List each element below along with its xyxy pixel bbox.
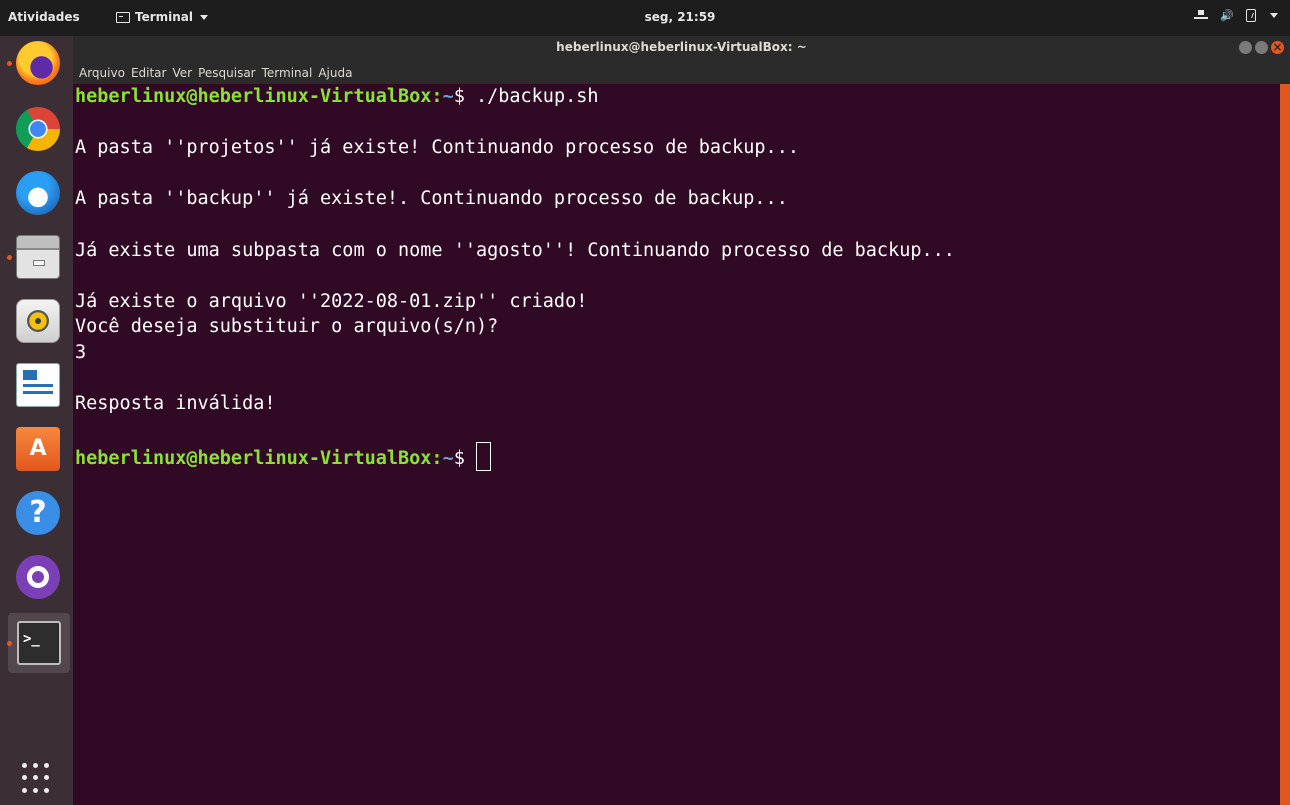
terminal-icon: >_ <box>17 621 61 665</box>
output-line: Já existe o arquivo ''2022-08-01.zip'' c… <box>75 290 588 312</box>
menu-terminal[interactable]: Terminal <box>262 64 313 84</box>
chevron-down-icon[interactable] <box>1270 13 1278 18</box>
show-applications-button[interactable] <box>22 763 54 795</box>
grid-icon <box>44 763 49 768</box>
output-line: Você deseja substituir o arquivo(s/n)? <box>75 316 499 338</box>
text-cursor <box>475 442 491 472</box>
writer-icon <box>16 363 60 407</box>
scrollbar[interactable] <box>1280 84 1290 805</box>
menu-arquivo[interactable]: Arquivo <box>79 64 125 84</box>
terminal-output[interactable]: heberlinux@heberlinux-VirtualBox:~$ ./ba… <box>75 84 1275 805</box>
dock-item-rhythmbox[interactable] <box>13 296 63 346</box>
dock-item-terminal[interactable]: >_ <box>7 613 70 673</box>
software-glyph: A <box>29 436 47 461</box>
clock[interactable]: seg, 21:59 <box>0 10 1290 24</box>
dock-item-help[interactable]: ? <box>13 488 63 538</box>
output-line: A pasta ''projetos'' já existe! Continua… <box>75 137 799 159</box>
dock: A ? >_ <box>0 36 73 805</box>
output-line: Já existe uma subpasta com o nome ''agos… <box>75 239 955 261</box>
menu-ver[interactable]: Ver <box>172 64 192 84</box>
window-title: heberlinux@heberlinux-VirtualBox: ~ <box>556 40 807 54</box>
system-tray[interactable]: 🔊 <box>1194 9 1278 22</box>
output-line: Resposta inválida! <box>75 393 276 415</box>
grid-icon <box>33 763 38 768</box>
prompt-line: heberlinux@heberlinux-VirtualBox:~$ ./ba… <box>75 84 1275 110</box>
network-icon[interactable] <box>1194 9 1208 22</box>
prompt-path: ~ <box>442 86 454 107</box>
window-titlebar[interactable]: heberlinux@heberlinux-VirtualBox: ~ <box>73 36 1290 64</box>
dock-item-software[interactable]: A <box>13 424 63 474</box>
menu-bar: Arquivo Editar Ver Pesquisar Terminal Aj… <box>73 64 1290 84</box>
dock-item-firefox[interactable] <box>7 38 63 88</box>
rhythmbox-icon <box>16 299 60 343</box>
prompt-path: ~ <box>442 448 454 470</box>
files-icon <box>16 235 60 279</box>
grid-icon <box>22 763 27 768</box>
prompt-symbol: $ <box>453 448 476 470</box>
prompt-colon: : <box>431 86 443 107</box>
software-icon: A <box>16 427 60 471</box>
command-text: ./backup.sh <box>475 86 599 107</box>
chrome-icon <box>16 107 60 151</box>
grid-icon <box>44 775 49 781</box>
window-controls <box>1239 36 1284 58</box>
battery-icon[interactable] <box>1246 9 1256 22</box>
firefox-icon <box>16 41 60 85</box>
grid-icon <box>33 775 38 781</box>
prompt-user: heberlinux@heberlinux-VirtualBox <box>75 86 432 107</box>
maximize-button[interactable] <box>1255 41 1268 54</box>
help-icon: ? <box>16 491 60 535</box>
grid-icon <box>22 787 27 793</box>
grid-icon <box>33 787 38 793</box>
grid-icon <box>22 775 27 781</box>
running-indicator <box>7 641 12 646</box>
top-bar: Atividades Terminal seg, 21:59 🔊 <box>0 0 1290 36</box>
menu-editar[interactable]: Editar <box>131 64 167 84</box>
thunderbird-icon <box>16 171 60 215</box>
menu-pesquisar[interactable]: Pesquisar <box>198 64 256 84</box>
menu-ajuda[interactable]: Ajuda <box>318 64 352 84</box>
github-icon <box>16 555 60 599</box>
volume-icon[interactable]: 🔊 <box>1220 9 1234 22</box>
dock-item-chrome[interactable] <box>13 104 63 154</box>
running-indicator <box>7 255 12 260</box>
prompt-colon: : <box>431 448 443 470</box>
output-line: A pasta ''backup'' já existe!. Continuan… <box>75 188 788 210</box>
dock-item-writer[interactable] <box>13 360 63 410</box>
grid-icon <box>44 787 49 793</box>
output-line: 3 <box>75 341 87 363</box>
dock-item-files[interactable] <box>7 232 63 282</box>
dock-item-thunderbird[interactable] <box>13 168 63 218</box>
prompt-user: heberlinux@heberlinux-VirtualBox <box>75 448 432 470</box>
prompt-line: heberlinux@heberlinux-VirtualBox:~$ <box>75 442 1275 472</box>
minimize-button[interactable] <box>1239 41 1252 54</box>
prompt-symbol: $ <box>453 86 476 107</box>
dock-item-github[interactable] <box>13 552 63 602</box>
close-button[interactable] <box>1271 36 1284 58</box>
running-indicator <box>7 61 12 66</box>
terminal-window: heberlinux@heberlinux-VirtualBox: ~ Arqu… <box>73 36 1290 805</box>
